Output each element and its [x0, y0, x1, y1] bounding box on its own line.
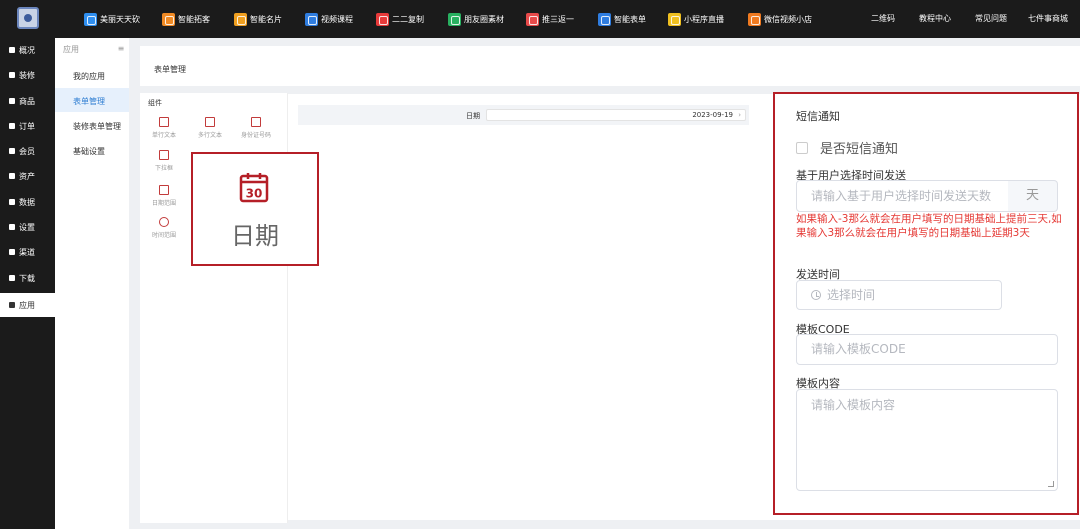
orders-icon — [9, 123, 15, 129]
nav-app-icon — [84, 12, 97, 26]
top-nav-item[interactable]: 推三返一 — [526, 12, 574, 26]
nav-item-members[interactable]: 会员 — [0, 139, 55, 163]
top-bar: 美丽天天砍 智能拓客 智能名片 视频课程 二二复制 朋友圈素材 推三返一 智能表… — [0, 0, 1080, 38]
widget-date-range[interactable]: 日期范围 — [142, 185, 186, 221]
clock-icon — [811, 290, 821, 300]
nav-app-icon — [668, 12, 681, 26]
text-icon — [159, 117, 169, 127]
sms-notify-checkbox[interactable] — [796, 142, 808, 154]
nav-item-orders[interactable]: 订单 — [0, 114, 55, 138]
qrcode-link[interactable]: 二维码 — [871, 13, 895, 24]
days-hint: 如果输入-3那么就会在用户填写的日期基础上提前三天,如果输入3那么就会在用户填写… — [796, 213, 1062, 239]
top-nav-item[interactable]: 美丽天天砍 — [84, 12, 140, 26]
top-nav-item[interactable]: 视频课程 — [305, 12, 353, 26]
nav-app-icon — [234, 12, 247, 26]
sub-nav: 应用 ≡ 我的应用 表单管理 装修表单管理 基础设置 — [55, 38, 129, 529]
date-widget-highlight[interactable]: 30 日期 — [191, 152, 319, 266]
subnav-item-decorate-forms[interactable]: 装修表单管理 — [55, 113, 129, 137]
nav-item-download[interactable]: 下载 — [0, 266, 55, 290]
subnav-item-basic-settings[interactable]: 基础设置 — [55, 138, 129, 162]
nav-app-icon — [748, 12, 761, 26]
share-icon — [9, 249, 15, 255]
date-picker-input[interactable]: 2023-09-19 › — [486, 109, 746, 121]
goods-icon — [9, 98, 15, 104]
canvas-date-field[interactable]: 日期 2023-09-19 › — [298, 105, 749, 125]
date-widget-label: 日期 — [231, 222, 279, 250]
nav-app-icon — [448, 12, 461, 26]
nav-app-icon — [376, 12, 389, 26]
widget-single-line-text[interactable]: 单行文本 — [142, 117, 186, 153]
template-content-textarea[interactable]: 请输入模板内容 — [796, 389, 1058, 491]
nav-item-goods[interactable]: 商品 — [0, 89, 55, 113]
top-nav-item[interactable]: 智能拓客 — [162, 12, 210, 26]
collapse-menu-icon[interactable]: ≡ — [116, 44, 126, 54]
widget-dropdown[interactable]: 下拉框 — [142, 150, 186, 186]
app-logo[interactable] — [17, 7, 39, 29]
clock-icon — [159, 217, 169, 227]
top-nav-item[interactable]: 智能表单 — [598, 12, 646, 26]
sms-settings-panel: 短信通知 是否短信通知 基于用户选择时间发送 请输入基于用户选择时间发送天数 天… — [773, 92, 1079, 515]
nav-item-apps[interactable]: 应用 — [0, 293, 55, 317]
widget-palette-title: 组件 — [148, 99, 162, 107]
nav-item-overview[interactable]: 概况 — [0, 38, 55, 62]
overview-icon — [9, 47, 15, 53]
top-nav-item[interactable]: 小程序直播 — [668, 12, 724, 26]
date-field-label: 日期 — [466, 112, 480, 120]
store-menu[interactable]: 七件事商城 — [1028, 13, 1068, 24]
nav-app-icon — [526, 12, 539, 26]
faq-link[interactable]: 常见问题 — [975, 13, 1007, 24]
page-title: 表单管理 — [154, 65, 186, 74]
nav-app-icon — [305, 12, 318, 26]
resize-handle-icon[interactable] — [1048, 481, 1054, 487]
dropdown-icon — [159, 150, 169, 160]
decorate-icon — [9, 72, 15, 78]
widget-time-range[interactable]: 时间范围 — [142, 217, 186, 253]
nav-item-assets[interactable]: 资产 — [0, 164, 55, 188]
data-icon — [9, 199, 15, 205]
days-unit: 天 — [1008, 180, 1058, 212]
nav-item-channels[interactable]: 渠道 — [0, 240, 55, 264]
panel-title: 短信通知 — [796, 110, 840, 123]
subnav-item-my-apps[interactable]: 我的应用 — [55, 63, 129, 87]
widget-id-number[interactable]: 身份证号码 — [234, 117, 278, 153]
template-code-input[interactable]: 请输入模板CODE — [796, 334, 1058, 365]
left-nav: 概况 装修 商品 订单 会员 资产 数据 设置 渠道 下载 应用 — [0, 38, 55, 529]
top-nav-item[interactable]: 微信视频小店 — [748, 12, 812, 26]
top-nav-item[interactable]: 智能名片 — [234, 12, 282, 26]
calendar-icon: 30 — [239, 173, 269, 203]
calendar-number: 30 — [246, 187, 263, 201]
nav-app-icon — [598, 12, 611, 26]
send-time-picker[interactable]: 选择时间 — [796, 280, 1002, 310]
subnav-item-form-management[interactable]: 表单管理 — [55, 88, 129, 112]
top-nav-item[interactable]: 朋友圈素材 — [448, 12, 504, 26]
textarea-icon — [205, 117, 215, 127]
assets-icon — [9, 173, 15, 179]
members-icon — [9, 148, 15, 154]
chevron-right-icon: › — [738, 111, 741, 119]
calendar-icon — [159, 185, 169, 195]
tutorial-link[interactable]: 教程中心 — [919, 13, 951, 24]
id-card-icon — [251, 117, 261, 127]
days-input[interactable]: 请输入基于用户选择时间发送天数 — [796, 180, 1009, 212]
nav-item-data[interactable]: 数据 — [0, 190, 55, 214]
nav-item-decorate[interactable]: 装修 — [0, 63, 55, 87]
download-icon — [9, 275, 15, 281]
widget-multi-line-text[interactable]: 多行文本 — [188, 117, 232, 153]
apps-icon — [9, 302, 15, 308]
top-nav-item[interactable]: 二二复制 — [376, 12, 424, 26]
sms-notify-label[interactable]: 是否短信通知 — [820, 138, 898, 157]
gear-icon — [9, 224, 15, 230]
nav-app-icon — [162, 12, 175, 26]
nav-item-settings[interactable]: 设置 — [0, 215, 55, 239]
